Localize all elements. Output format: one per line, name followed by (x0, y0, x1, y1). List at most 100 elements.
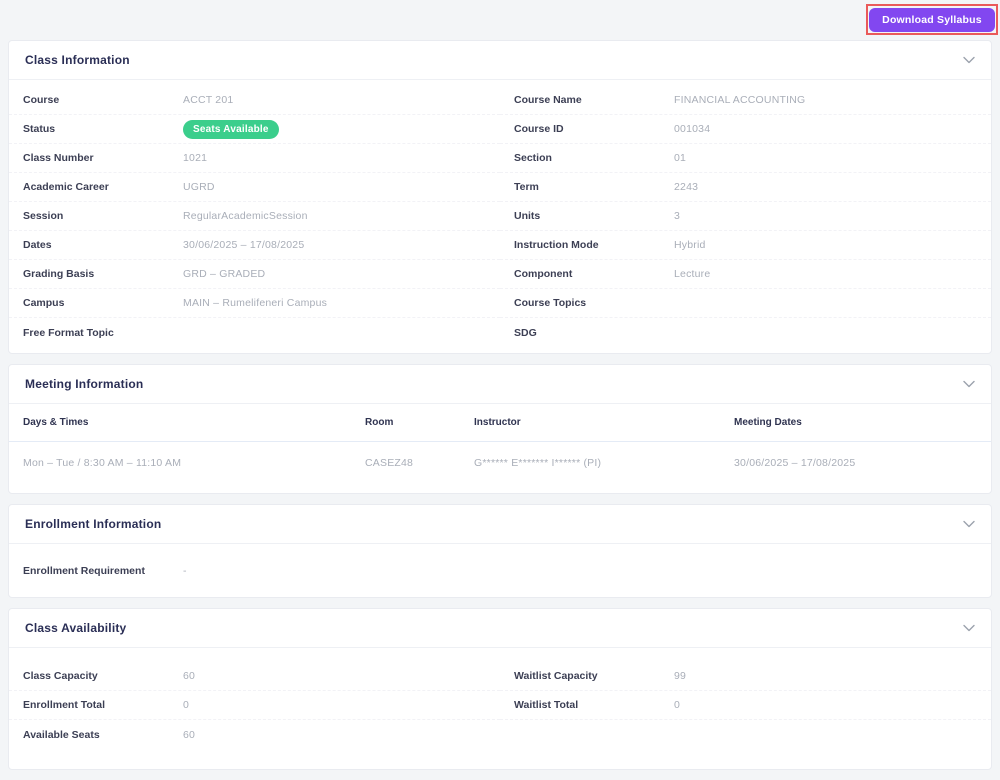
field-label: Term (514, 181, 539, 193)
class-information-card: Class Information Course ACCT 201 Status… (8, 40, 992, 354)
field-value: 1021 (183, 152, 208, 164)
field-row-campus: Campus MAIN – Rumelifeneri Campus (9, 289, 500, 318)
class-information-right-column: Course Name FINANCIAL ACCOUNTING Course … (500, 86, 991, 347)
class-information-body: Course ACCT 201 Status Seats Available C… (9, 80, 991, 353)
field-label: Units (514, 210, 541, 222)
class-availability-card: Class Availability Class Capacity 60 Enr… (8, 608, 992, 770)
field-row-session: Session RegularAcademicSession (9, 202, 500, 231)
field-row-waitlist-capacity: Waitlist Capacity 99 (500, 662, 991, 691)
field-row-enrollment-total: Enrollment Total 0 (9, 691, 500, 720)
field-label: Grading Basis (23, 268, 95, 280)
field-label: Campus (23, 297, 65, 309)
field-label: Course Name (514, 94, 582, 106)
field-label: Dates (23, 239, 52, 251)
field-value: 2243 (674, 181, 699, 193)
field-label: Status (23, 123, 56, 135)
field-value: 60 (183, 670, 196, 682)
section-title: Class Availability (25, 621, 127, 635)
field-value: 0 (183, 699, 190, 711)
field-row-free-format-topic: Free Format Topic (9, 318, 500, 347)
enrollment-information-body: Enrollment Requirement - (9, 544, 991, 597)
enrollment-information-card: Enrollment Information Enrollment Requir… (8, 504, 992, 598)
field-value: FINANCIAL ACCOUNTING (674, 94, 806, 106)
field-label: Class Number (23, 152, 94, 164)
meeting-table-row: Mon – Tue / 8:30 AM – 11:10 AM CASEZ48 G… (9, 442, 991, 493)
class-availability-body: Class Capacity 60 Enrollment Total 0 Ava… (9, 648, 991, 769)
field-row-waitlist-total: Waitlist Total 0 (500, 691, 991, 720)
field-row-course-topics: Course Topics (500, 289, 991, 318)
class-availability-right-column: Waitlist Capacity 99 Waitlist Total 0 (500, 662, 991, 749)
field-label: Course (23, 94, 60, 106)
field-value: 001034 (674, 123, 711, 135)
meeting-information-card: Meeting Information Days & Times Room In… (8, 364, 992, 494)
field-value: 99 (674, 670, 687, 682)
field-row-units: Units 3 (500, 202, 991, 231)
field-value: 60 (183, 728, 196, 741)
field-row-course: Course ACCT 201 (9, 86, 500, 115)
field-value: - (183, 564, 187, 577)
field-row-class-number: Class Number 1021 (9, 144, 500, 173)
class-information-left-column: Course ACCT 201 Status Seats Available C… (9, 86, 500, 347)
field-label: Waitlist Total (514, 699, 579, 711)
field-row-section: Section 01 (500, 144, 991, 173)
field-value: 3 (674, 210, 681, 222)
field-label: Component (514, 268, 573, 280)
field-label: Section (514, 152, 552, 164)
chevron-down-icon[interactable] (963, 624, 975, 632)
field-value: RegularAcademicSession (183, 210, 308, 222)
meeting-table-header: Days & Times Room Instructor Meeting Dat… (9, 404, 991, 442)
field-value: Hybrid (674, 239, 706, 251)
chevron-down-icon[interactable] (963, 520, 975, 528)
field-label: Session (23, 210, 64, 222)
field-value: GRD – GRADED (183, 268, 266, 280)
field-label: Free Format Topic (23, 326, 114, 339)
field-row-term: Term 2243 (500, 173, 991, 202)
column-header-meeting-dates: Meeting Dates (734, 417, 802, 428)
meeting-room: CASEZ48 (365, 457, 414, 469)
field-value: UGRD (183, 181, 215, 193)
field-row-component: Component Lecture (500, 260, 991, 289)
field-label: SDG (514, 326, 537, 339)
field-row-class-capacity: Class Capacity 60 (9, 662, 500, 691)
column-header-days-times: Days & Times (23, 417, 89, 428)
field-row-academic-career: Academic Career UGRD (9, 173, 500, 202)
field-row-course-id: Course ID 001034 (500, 115, 991, 144)
field-row-enrollment-requirement: Enrollment Requirement - (9, 556, 991, 585)
field-value: Lecture (674, 268, 711, 280)
status-badge: Seats Available (183, 119, 279, 139)
class-availability-header[interactable]: Class Availability (9, 609, 991, 648)
annotation-highlight-box: Download Syllabus (866, 4, 998, 35)
section-title: Class Information (25, 53, 130, 67)
enrollment-information-header[interactable]: Enrollment Information (9, 505, 991, 544)
field-label: Course ID (514, 123, 564, 135)
meeting-dates: 30/06/2025 – 17/08/2025 (734, 457, 856, 469)
column-header-instructor: Instructor (474, 417, 521, 428)
chevron-down-icon[interactable] (963, 56, 975, 64)
field-label: Class Capacity (23, 670, 98, 682)
field-label: Academic Career (23, 181, 109, 193)
topbar: Download Syllabus (0, 0, 1000, 40)
field-value: 01 (674, 152, 687, 164)
field-value: MAIN – Rumelifeneri Campus (183, 297, 328, 309)
field-row-status: Status Seats Available (9, 115, 500, 144)
download-syllabus-button[interactable]: Download Syllabus (869, 7, 995, 32)
field-label: Waitlist Capacity (514, 670, 598, 682)
field-label: Course Topics (514, 297, 587, 309)
class-availability-left-column: Class Capacity 60 Enrollment Total 0 Ava… (9, 662, 500, 749)
field-row-instruction-mode: Instruction Mode Hybrid (500, 231, 991, 260)
chevron-down-icon[interactable] (963, 380, 975, 388)
field-label: Instruction Mode (514, 239, 599, 251)
meeting-information-header[interactable]: Meeting Information (9, 365, 991, 404)
field-row-dates: Dates 30/06/2025 – 17/08/2025 (9, 231, 500, 260)
field-label: Enrollment Requirement (23, 564, 145, 577)
field-label: Enrollment Total (23, 699, 106, 711)
field-row-course-name: Course Name FINANCIAL ACCOUNTING (500, 86, 991, 115)
field-value: ACCT 201 (183, 94, 234, 106)
field-label: Available Seats (23, 728, 100, 741)
field-value: 30/06/2025 – 17/08/2025 (183, 239, 305, 251)
meeting-days-times: Mon – Tue / 8:30 AM – 11:10 AM (23, 457, 182, 469)
class-information-header[interactable]: Class Information (9, 41, 991, 80)
field-row-sdg: SDG (500, 318, 991, 347)
column-header-room: Room (365, 417, 394, 428)
field-row-grading-basis: Grading Basis GRD – GRADED (9, 260, 500, 289)
